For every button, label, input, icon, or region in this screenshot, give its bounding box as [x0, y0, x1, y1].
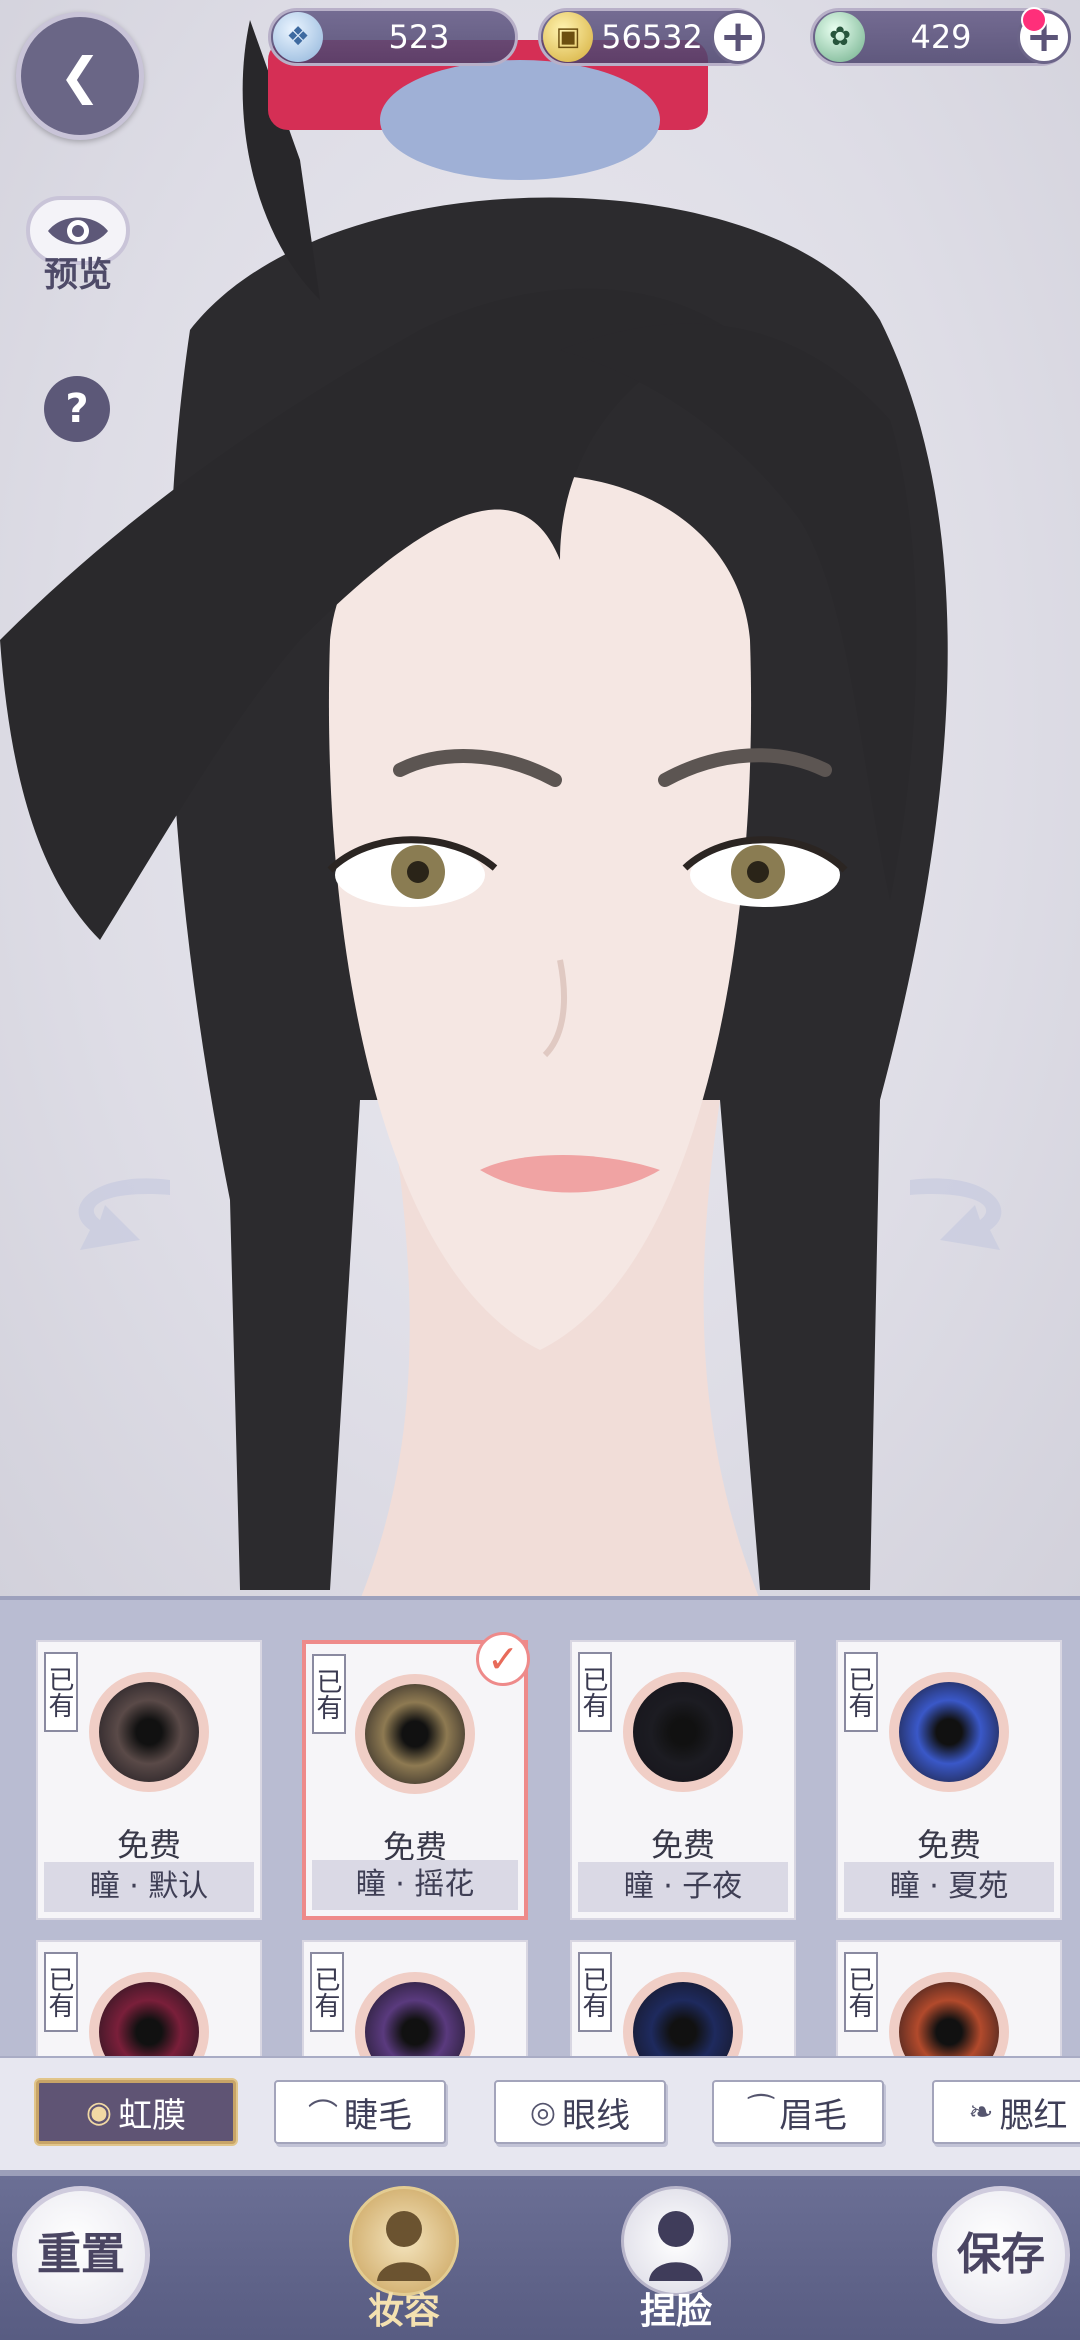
iris-item-card[interactable]: 已有免费瞳 · 默认 [36, 1640, 262, 1920]
blush-icon: ❧ [968, 2094, 994, 2130]
owned-tag: 已有 [310, 1952, 344, 2032]
eyebrow-icon: ⁀ [748, 2094, 774, 2130]
jade-icon: ❖ [273, 12, 323, 62]
save-label: 保存 [957, 2229, 1045, 2280]
coin-currency: ▣ 56532 + [538, 8, 765, 66]
coin-amount: 56532 [601, 18, 703, 56]
iris-item-card[interactable]: 已有 [836, 1940, 1062, 2056]
iris-item-card[interactable]: 已有 [302, 1940, 528, 2056]
owned-tag: 已有 [44, 1652, 78, 1732]
iris-item-card[interactable]: 已有免费瞳 · 子夜 [570, 1640, 796, 1920]
rotate-left-arrow-icon[interactable] [50, 1160, 190, 1260]
iris-swatch-icon [623, 1672, 743, 1792]
token-icon: ✿ [815, 12, 865, 62]
eyelash-icon: ⌒ [308, 2098, 338, 2133]
makeup-mode-button[interactable]: 妆容 [344, 2186, 464, 2336]
iris-swatch-icon [89, 1672, 209, 1792]
tab-label: 腮红 [999, 2095, 1068, 2136]
reset-label: 重置 [37, 2229, 125, 2280]
token-amount: 429 [910, 18, 972, 56]
makeup-portrait-icon [349, 2186, 459, 2296]
item-price: 免费 [116, 1826, 181, 1864]
tab-eyebrow[interactable]: ⁀ 眉毛 [712, 2080, 884, 2144]
notification-dot [1021, 7, 1047, 33]
tab-eyeliner[interactable]: ◎ 眼线 [494, 2080, 666, 2144]
preview-button[interactable]: 预览 [24, 196, 132, 296]
preview-label: 预览 [44, 255, 112, 295]
owned-tag: 已有 [844, 1952, 878, 2032]
owned-tag: 已有 [578, 1952, 612, 2032]
help-button[interactable]: ? [44, 376, 110, 442]
tab-iris[interactable]: ◉ 虹膜 [36, 2080, 236, 2144]
tab-label: 眉毛 [779, 2095, 848, 2136]
tab-blush[interactable]: ❧ 腮红 [932, 2080, 1080, 2144]
iris-item-card[interactable]: 已有 [570, 1940, 796, 2056]
iris-item-card[interactable]: 已有 免费瞳 · 摇花 ✓ [302, 1632, 530, 1920]
iris-swatch-icon [623, 1972, 743, 2056]
tab-label: 虹膜 [118, 2095, 187, 2136]
save-button[interactable]: 保存 [932, 2186, 1070, 2324]
item-name: 瞳 · 夏苑 [844, 1862, 1054, 1912]
character-model[interactable] [0, 0, 1080, 1600]
eyeliner-icon: ◎ [529, 2094, 557, 2130]
jade-amount: 523 [388, 18, 450, 56]
iris-item-card[interactable]: 已有 [36, 1940, 262, 2056]
tab-label: 眼线 [562, 2095, 631, 2136]
iris-icon: ◉ [85, 2094, 113, 2130]
token-currency: ✿ 429 + [810, 7, 1071, 66]
copper-coin-icon: ▣ [543, 12, 593, 62]
iris-swatch-icon [89, 1972, 209, 2056]
iris-swatch-icon [889, 1972, 1009, 2056]
item-name: 瞳 · 摇花 [312, 1860, 518, 1910]
owned-tag: 已有 [844, 1652, 878, 1732]
owned-tag: 已有 [312, 1654, 346, 1734]
iris-item-panel[interactable]: 已有 免费瞳 · 默认 已有 免费瞳 · 摇花 ✓ 已有 免费瞳 · 子夜 已有 免费瞳 · 夏… [0, 1596, 1080, 2056]
makeup-label: 妆容 [367, 2290, 440, 2332]
item-price: 免费 [650, 1826, 715, 1864]
bottom-action-bar: 重置 妆容 捏脸 保存 [0, 2176, 1080, 2340]
rotate-right-arrow-icon[interactable] [890, 1160, 1030, 1260]
item-price: 免费 [916, 1826, 981, 1864]
add-coin-button[interactable]: + [711, 10, 765, 64]
selected-check-icon: ✓ [476, 1632, 530, 1686]
makeup-category-tabs: ◉ 虹膜 ⌒ 睫毛 ◎ 眼线 ⁀ 眉毛 ❧ 腮红 [0, 2056, 1080, 2176]
face-portrait-icon [621, 2186, 731, 2296]
reset-button[interactable]: 重置 [12, 2186, 150, 2324]
iris-swatch-icon [355, 1674, 475, 1794]
character-viewport[interactable]: ❖ 523 ▣ 56532 + ✿ 429 + ❮ 预览 ? [0, 0, 1080, 1600]
face-label: 捏脸 [639, 2290, 712, 2332]
iris-item-card[interactable]: 已有免费瞳 · 夏苑 [836, 1640, 1062, 1920]
back-butterfly-icon: ❮ [59, 47, 101, 105]
question-mark-icon: ? [65, 386, 89, 432]
jade-currency: ❖ 523 [268, 8, 518, 66]
item-name: 瞳 · 默认 [44, 1862, 254, 1912]
iris-swatch-icon [355, 1972, 475, 2056]
item-name: 瞳 · 子夜 [578, 1862, 788, 1912]
tab-eyelash[interactable]: ⌒ 睫毛 [274, 2080, 446, 2144]
owned-tag: 已有 [578, 1652, 612, 1732]
tab-label: 睫毛 [344, 2095, 412, 2136]
owned-tag: 已有 [44, 1952, 78, 2032]
face-sculpt-mode-button[interactable]: 捏脸 [616, 2186, 736, 2336]
iris-swatch-icon [889, 1672, 1009, 1792]
back-button[interactable]: ❮ [16, 12, 144, 140]
